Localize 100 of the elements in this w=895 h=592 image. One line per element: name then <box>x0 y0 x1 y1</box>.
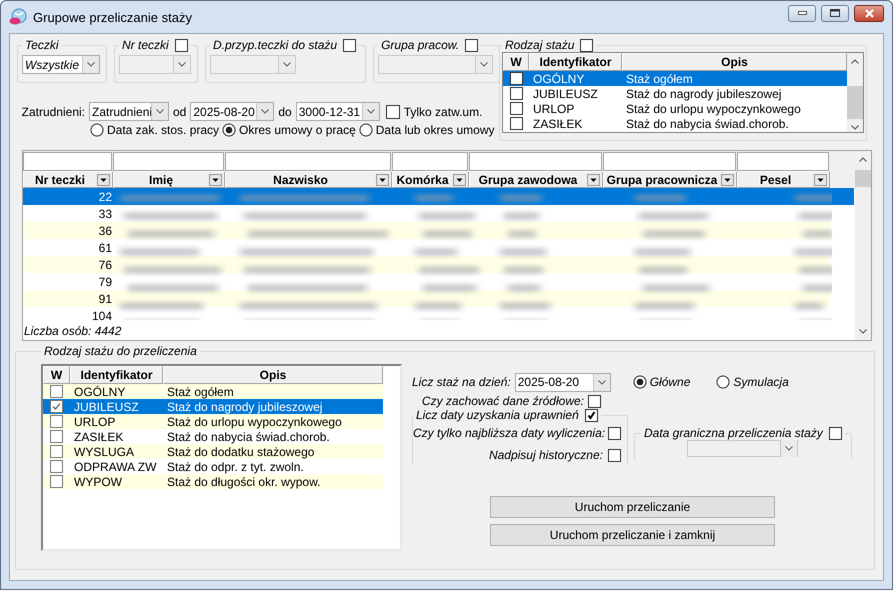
column-header[interactable]: Identyfikator <box>529 53 622 71</box>
table-row[interactable]: JUBILEUSZ Staż do nagrody jubileszowej <box>43 399 383 414</box>
column-header[interactable]: Komórka <box>392 171 469 188</box>
checkbox[interactable] <box>510 117 522 130</box>
chevron-down-icon <box>261 109 270 114</box>
table-row[interactable]: ZASIŁEK Staż do nabycia świad.chorob. <box>43 429 383 444</box>
table-cell-text: WYSLUGA <box>73 444 136 458</box>
checkbox[interactable] <box>584 408 598 422</box>
run-button[interactable]: Uruchom przeliczanie i zamknij <box>490 524 775 546</box>
table-row[interactable]: 33 <box>23 205 830 222</box>
app-icon <box>9 8 27 26</box>
column-header[interactable]: Nr teczki <box>23 171 113 188</box>
checkbox[interactable] <box>50 400 63 413</box>
checkbox-label: Czy tylko najbliższa daty wyliczenia: <box>413 426 603 440</box>
filter-field[interactable] <box>737 152 829 171</box>
table-row[interactable]: WYSLUGA Staż do dodatku stażowego <box>43 444 383 459</box>
column-header[interactable]: Grupa zawodowa <box>469 171 603 188</box>
radio-label[interactable]: Data zak. stos. pracy <box>107 123 220 137</box>
filter-field[interactable] <box>392 152 468 171</box>
checkbox[interactable] <box>588 394 601 408</box>
table-cell-text: JUBILEUSZ <box>73 400 140 414</box>
group-label: Teczki <box>25 38 59 52</box>
column-header[interactable]: Nazwisko <box>225 171 392 188</box>
checkbox[interactable] <box>608 448 621 462</box>
radio-button[interactable] <box>358 123 373 137</box>
radio-label[interactable]: Symulacja <box>733 375 789 389</box>
minimize-button[interactable] <box>788 4 816 22</box>
checkbox[interactable] <box>510 72 522 85</box>
radio-label[interactable]: Okres umowy o pracę <box>239 123 356 137</box>
filter-field[interactable] <box>113 152 224 171</box>
filter-field[interactable] <box>469 152 602 171</box>
checkbox[interactable] <box>386 104 400 118</box>
table-row[interactable]: 104 <box>23 307 830 324</box>
checkbox[interactable] <box>510 87 522 100</box>
field-label: od <box>173 104 186 118</box>
table-row[interactable]: OGÓLNY Staż ogółem <box>503 71 847 86</box>
column-header[interactable]: Pesel <box>737 171 830 188</box>
checkbox[interactable] <box>828 426 842 440</box>
checkbox[interactable] <box>465 38 478 52</box>
filter-field[interactable] <box>23 152 112 171</box>
checkbox[interactable] <box>608 426 621 440</box>
table-row[interactable]: 91 <box>23 290 830 307</box>
scrollbar[interactable] <box>855 151 871 340</box>
checkbox[interactable] <box>50 445 63 458</box>
dropdown[interactable]: Wszystkie <box>22 55 100 74</box>
column-header[interactable]: Opis <box>163 366 383 384</box>
dropdown[interactable]: 2025-08-20 <box>514 372 611 392</box>
checkbox[interactable] <box>510 102 522 115</box>
checkbox[interactable] <box>580 38 594 52</box>
checkbox[interactable] <box>50 475 63 488</box>
checkbox[interactable] <box>50 415 63 428</box>
table-cell-text: Staż do urlopu wypoczynkowego <box>166 414 343 428</box>
group-label: Nr teczki <box>122 38 169 52</box>
radio-button[interactable] <box>90 123 104 137</box>
checkbox[interactable] <box>50 430 63 443</box>
radio-button[interactable] <box>632 375 647 389</box>
table-row[interactable]: URLOP Staż do urlopu wypoczynkowego <box>503 101 847 116</box>
scrollbar-thumb[interactable] <box>847 86 863 119</box>
scrollbar-thumb[interactable] <box>855 170 871 187</box>
table-cell-text: Staż do odpr. z tyt. zwoln. <box>166 460 305 474</box>
column-header[interactable]: Identyfikator <box>70 366 163 384</box>
table-row[interactable]: OGÓLNY Staż ogółem <box>43 384 383 399</box>
column-header[interactable]: W <box>43 366 70 384</box>
table-row[interactable]: ODPRAWA ZW Staż do odpr. z tyt. zwoln. <box>43 459 383 474</box>
run-button[interactable]: Uruchom przeliczanie <box>490 496 775 518</box>
checkbox[interactable] <box>50 460 63 473</box>
checkbox[interactable] <box>50 385 63 398</box>
radio-label[interactable]: Główne <box>650 375 690 389</box>
maximize-button[interactable] <box>821 4 849 22</box>
radio-button[interactable] <box>716 375 730 389</box>
table-row[interactable]: 79 <box>23 273 830 290</box>
table-cell-text: OGÓLNY <box>73 384 126 398</box>
table-row[interactable]: ZASIŁEK Staż do nabycia świad.chorob. <box>503 116 847 131</box>
table-cell-text: 76 <box>98 258 113 272</box>
dropdown[interactable]: 3000-12-31 <box>296 102 380 121</box>
dropdown[interactable]: Zatrudnieni <box>89 102 169 121</box>
filter-field[interactable] <box>225 152 391 171</box>
column-header[interactable]: Imię <box>113 171 225 188</box>
table-cell-text: URLOP <box>532 102 576 116</box>
table-row[interactable]: 76 <box>23 256 830 273</box>
table-row[interactable]: JUBILEUSZ Staż do nagrody jubileszowej <box>503 86 847 101</box>
scrollbar[interactable] <box>847 53 863 132</box>
checkbox[interactable] <box>343 38 356 52</box>
table-row[interactable]: 36 <box>23 222 830 239</box>
dropdown[interactable]: 2025-08-20 <box>190 102 274 121</box>
column-header[interactable]: Grupa pracownicza <box>603 171 737 188</box>
radio-label[interactable]: Data lub okres umowy <box>376 123 494 137</box>
table-row[interactable]: URLOP Staż do urlopu wypoczynkowego <box>43 414 383 429</box>
close-button[interactable] <box>854 4 884 22</box>
table-row[interactable]: 22 <box>23 188 854 205</box>
checkbox[interactable] <box>174 38 188 52</box>
column-header[interactable]: Opis <box>622 53 847 71</box>
chevron-up-icon <box>851 59 859 64</box>
table-row[interactable]: 61 <box>23 239 830 256</box>
table-row[interactable]: WYPOW Staż do długości okr. wypow. <box>43 474 383 489</box>
table-cell-text: ZASIŁEK <box>73 430 124 444</box>
column-header[interactable]: W <box>503 53 529 71</box>
radio-button[interactable] <box>222 123 236 137</box>
filter-field[interactable] <box>603 152 736 171</box>
chevron-down-icon <box>851 125 859 130</box>
